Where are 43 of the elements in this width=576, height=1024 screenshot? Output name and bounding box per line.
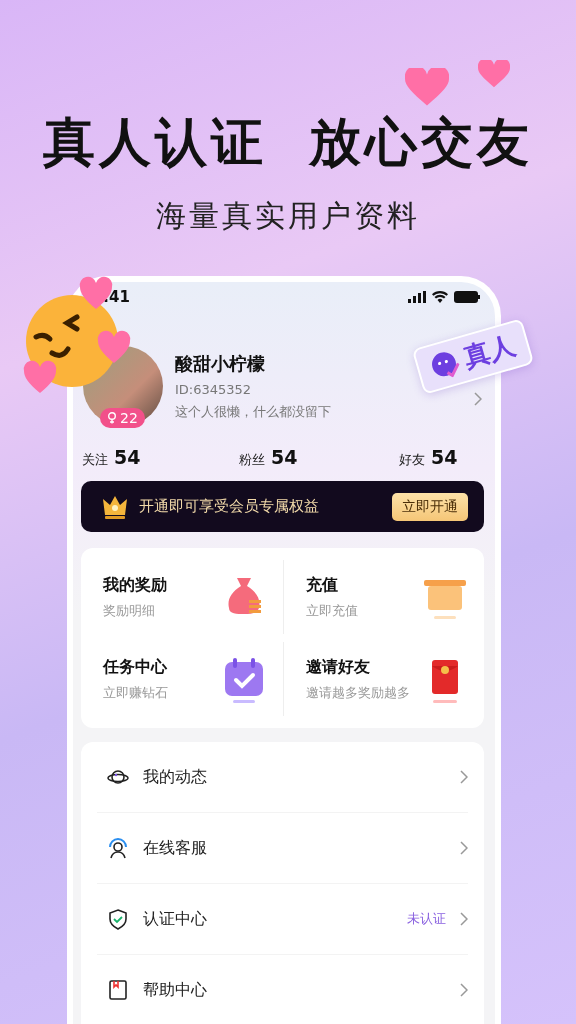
- shortcut-subtitle: 立即充值: [305, 601, 358, 620]
- headline-text: 放心交友: [309, 112, 533, 172]
- chevron-icon: [460, 912, 468, 926]
- heart-icon: [478, 60, 510, 89]
- vip-text: 开通即可享受会员专属权益: [139, 497, 320, 516]
- shortcut-title[interactable]: 我的奖励: [103, 574, 167, 596]
- shortcut-title[interactable]: 充值: [305, 574, 358, 596]
- shield-check-icon: [107, 908, 129, 930]
- subtitle-text: 海量真实用户资料: [156, 197, 420, 235]
- chevron-icon: [460, 841, 468, 855]
- shortcut-subtitle: 奖励明细: [103, 601, 156, 620]
- user-bio: 这个人很懒，什么都没留下: [175, 402, 332, 421]
- book-icon: [107, 979, 129, 1001]
- age-text: 22: [120, 410, 138, 426]
- status-text: 未认证: [407, 910, 446, 928]
- user-name: 酸甜小柠檬: [175, 351, 265, 376]
- stat-value: 54: [431, 446, 458, 468]
- heart-icon: [405, 68, 449, 108]
- badge-text: 真人: [459, 328, 520, 375]
- shortcut-title[interactable]: 任务中心: [103, 656, 168, 678]
- stat-label: 粉丝: [239, 451, 265, 469]
- stat-label: 好友: [399, 451, 425, 469]
- headline-text: 真人认证: [43, 112, 267, 172]
- wifi-icon: [432, 291, 448, 303]
- shortcut-title[interactable]: 邀请好友: [305, 656, 410, 678]
- headset-icon: [107, 837, 129, 859]
- chevron-icon: [460, 983, 468, 997]
- chevron-icon: [460, 770, 468, 784]
- female-icon: [107, 412, 117, 424]
- battery-icon: [454, 291, 480, 303]
- stat-label: 关注: [82, 451, 108, 469]
- activate-button[interactable]: 立即开通: [392, 492, 468, 521]
- chevron-icon: [474, 391, 482, 406]
- shortcut-subtitle: 邀请越多奖励越多: [305, 683, 410, 702]
- menu-item[interactable]: 在线客服: [143, 837, 446, 859]
- stat-value: 54: [271, 446, 298, 468]
- menu-item[interactable]: 帮助中心: [143, 979, 446, 1001]
- stat-value: 54: [114, 446, 141, 468]
- menu-item[interactable]: 我的动态: [143, 766, 446, 788]
- signal-icon: [408, 291, 426, 303]
- shortcut-subtitle: 立即赚钻石: [103, 683, 168, 702]
- menu-item[interactable]: 认证中心: [143, 908, 393, 930]
- user-id: ID:6345352: [175, 381, 253, 397]
